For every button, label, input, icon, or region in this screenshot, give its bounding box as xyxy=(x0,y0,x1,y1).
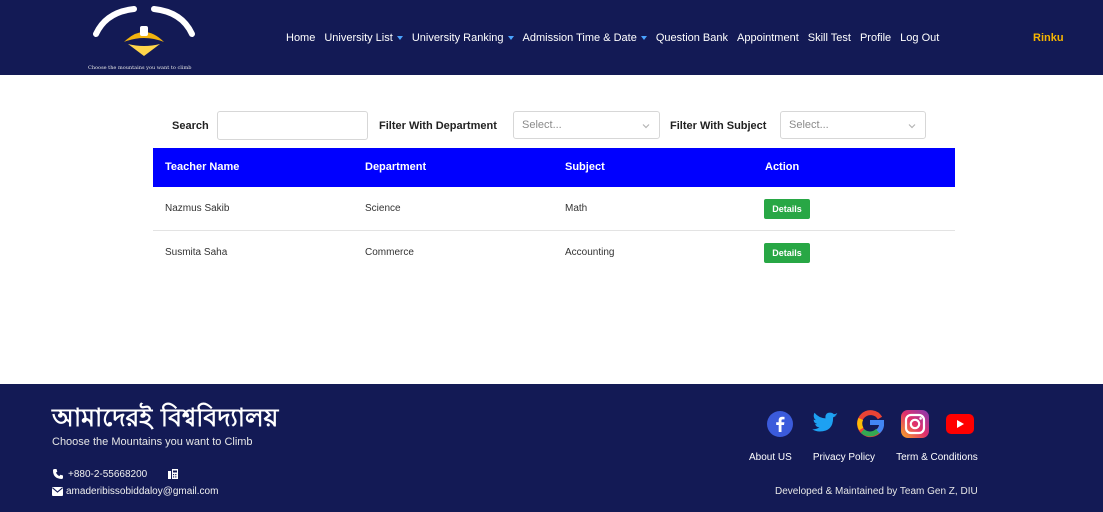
column-header-action: Action xyxy=(765,161,800,173)
footer-brand: আমাদেরই বিশ্ববিদ্যালয় xyxy=(52,403,279,432)
subject-filter-label: Filter With Subject xyxy=(670,120,767,132)
table-row: Susmita Saha Commerce Accounting Details xyxy=(153,231,955,275)
twitter-icon xyxy=(812,412,838,432)
privacy-policy-link[interactable]: Privacy Policy xyxy=(813,452,875,463)
nav-log-out[interactable]: Log Out xyxy=(900,32,939,44)
nav-university-ranking[interactable]: University Ranking xyxy=(412,32,514,44)
google-icon xyxy=(857,410,884,438)
table-header: Teacher Name Department Subject Action xyxy=(153,148,955,187)
chevron-down-icon xyxy=(507,35,514,40)
nav-profile-label: Profile xyxy=(859,31,892,44)
column-header-teacher-name: Teacher Name xyxy=(165,161,240,173)
youtube-link[interactable] xyxy=(946,410,974,438)
footer-email-address[interactable]: amaderibissobiddaloy@gmail.com xyxy=(66,486,218,497)
user-name[interactable]: Rinku xyxy=(1033,0,1064,75)
teacher-name-cell: Susmita Saha xyxy=(165,247,228,258)
chevron-down-icon xyxy=(396,35,403,40)
navbar: Choose the mountains you want to climb H… xyxy=(0,0,1103,75)
phone-icon xyxy=(53,469,63,479)
department-cell: Commerce xyxy=(365,247,414,258)
chevron-down-icon xyxy=(642,124,650,129)
nav-university-ranking-label: University Ranking xyxy=(411,31,504,44)
footer-links: About US Privacy Policy Term & Condition… xyxy=(749,452,999,463)
google-link[interactable] xyxy=(856,410,884,438)
subject-cell: Math xyxy=(565,203,588,214)
department-select-placeholder: Select... xyxy=(522,119,562,131)
nav-question-bank[interactable]: Question Bank xyxy=(656,32,728,44)
search-label: Search xyxy=(172,120,209,132)
nav-links: Home University List University Ranking … xyxy=(286,0,948,75)
youtube-icon xyxy=(946,414,974,434)
logo-icon xyxy=(93,6,195,56)
social-links xyxy=(766,410,991,438)
nav-university-list-label: University List xyxy=(324,31,393,44)
developer-credit: Developed & Maintained by Team Gen Z, DI… xyxy=(775,486,978,497)
column-header-department: Department xyxy=(365,161,427,173)
footer-phone: +880-2-55668200 xyxy=(52,468,179,480)
nav-admission-time[interactable]: Admission Time & Date xyxy=(523,32,647,44)
fax-icon xyxy=(168,469,179,479)
footer-tagline: Choose the Mountains you want to Climb xyxy=(52,436,253,448)
logo-slogan: Choose the mountains you want to climb xyxy=(88,65,192,71)
nav-log-out-label: Log Out xyxy=(900,31,940,44)
details-button[interactable]: Details xyxy=(764,243,810,263)
details-button[interactable]: Details xyxy=(764,199,810,219)
nav-home[interactable]: Home xyxy=(286,32,315,44)
search-input[interactable] xyxy=(217,111,368,140)
twitter-link[interactable] xyxy=(811,410,839,438)
logo[interactable]: Choose the mountains you want to climb xyxy=(84,4,204,72)
table-row: Nazmus Sakib Science Math Details xyxy=(153,187,955,231)
footer: আমাদেরই বিশ্ববিদ্যালয় Choose the Mounta… xyxy=(0,384,1103,512)
nav-admission-time-label: Admission Time & Date xyxy=(522,31,637,44)
nav-home-label: Home xyxy=(286,31,316,44)
nav-university-list[interactable]: University List xyxy=(324,31,403,44)
instagram-icon xyxy=(901,410,929,438)
department-cell: Science xyxy=(365,203,401,214)
teacher-name-cell: Nazmus Sakib xyxy=(165,203,230,214)
nav-skill-test[interactable]: Skill Test xyxy=(808,32,851,44)
chevron-down-icon xyxy=(908,124,916,129)
subject-select[interactable]: Select... xyxy=(780,111,926,139)
department-select[interactable]: Select... xyxy=(513,111,660,139)
email-icon xyxy=(52,487,63,496)
filter-bar: Search Filter With Department Select... … xyxy=(0,111,1103,141)
chevron-down-icon xyxy=(640,35,647,40)
footer-email: amaderibissobiddaloy@gmail.com xyxy=(52,486,218,497)
about-us-link[interactable]: About US xyxy=(749,452,792,463)
footer-phone-number: +880-2-55668200 xyxy=(68,468,148,480)
teacher-table: Teacher Name Department Subject Action N… xyxy=(153,148,955,275)
page: Choose the mountains you want to climb H… xyxy=(0,0,1103,512)
facebook-link[interactable] xyxy=(766,410,794,438)
terms-conditions-link[interactable]: Term & Conditions xyxy=(896,452,978,463)
column-header-subject: Subject xyxy=(565,161,605,173)
facebook-icon xyxy=(767,411,793,437)
subject-select-placeholder: Select... xyxy=(789,119,829,131)
nav-profile[interactable]: Profile xyxy=(860,32,891,44)
nav-appointment-label: Appointment xyxy=(737,31,799,44)
nav-skill-test-label: Skill Test xyxy=(807,31,851,44)
department-filter-label: Filter With Department xyxy=(379,120,497,132)
subject-cell: Accounting xyxy=(565,247,615,258)
nav-appointment[interactable]: Appointment xyxy=(737,32,799,44)
nav-question-bank-label: Question Bank xyxy=(655,31,728,44)
instagram-link[interactable] xyxy=(901,410,929,438)
